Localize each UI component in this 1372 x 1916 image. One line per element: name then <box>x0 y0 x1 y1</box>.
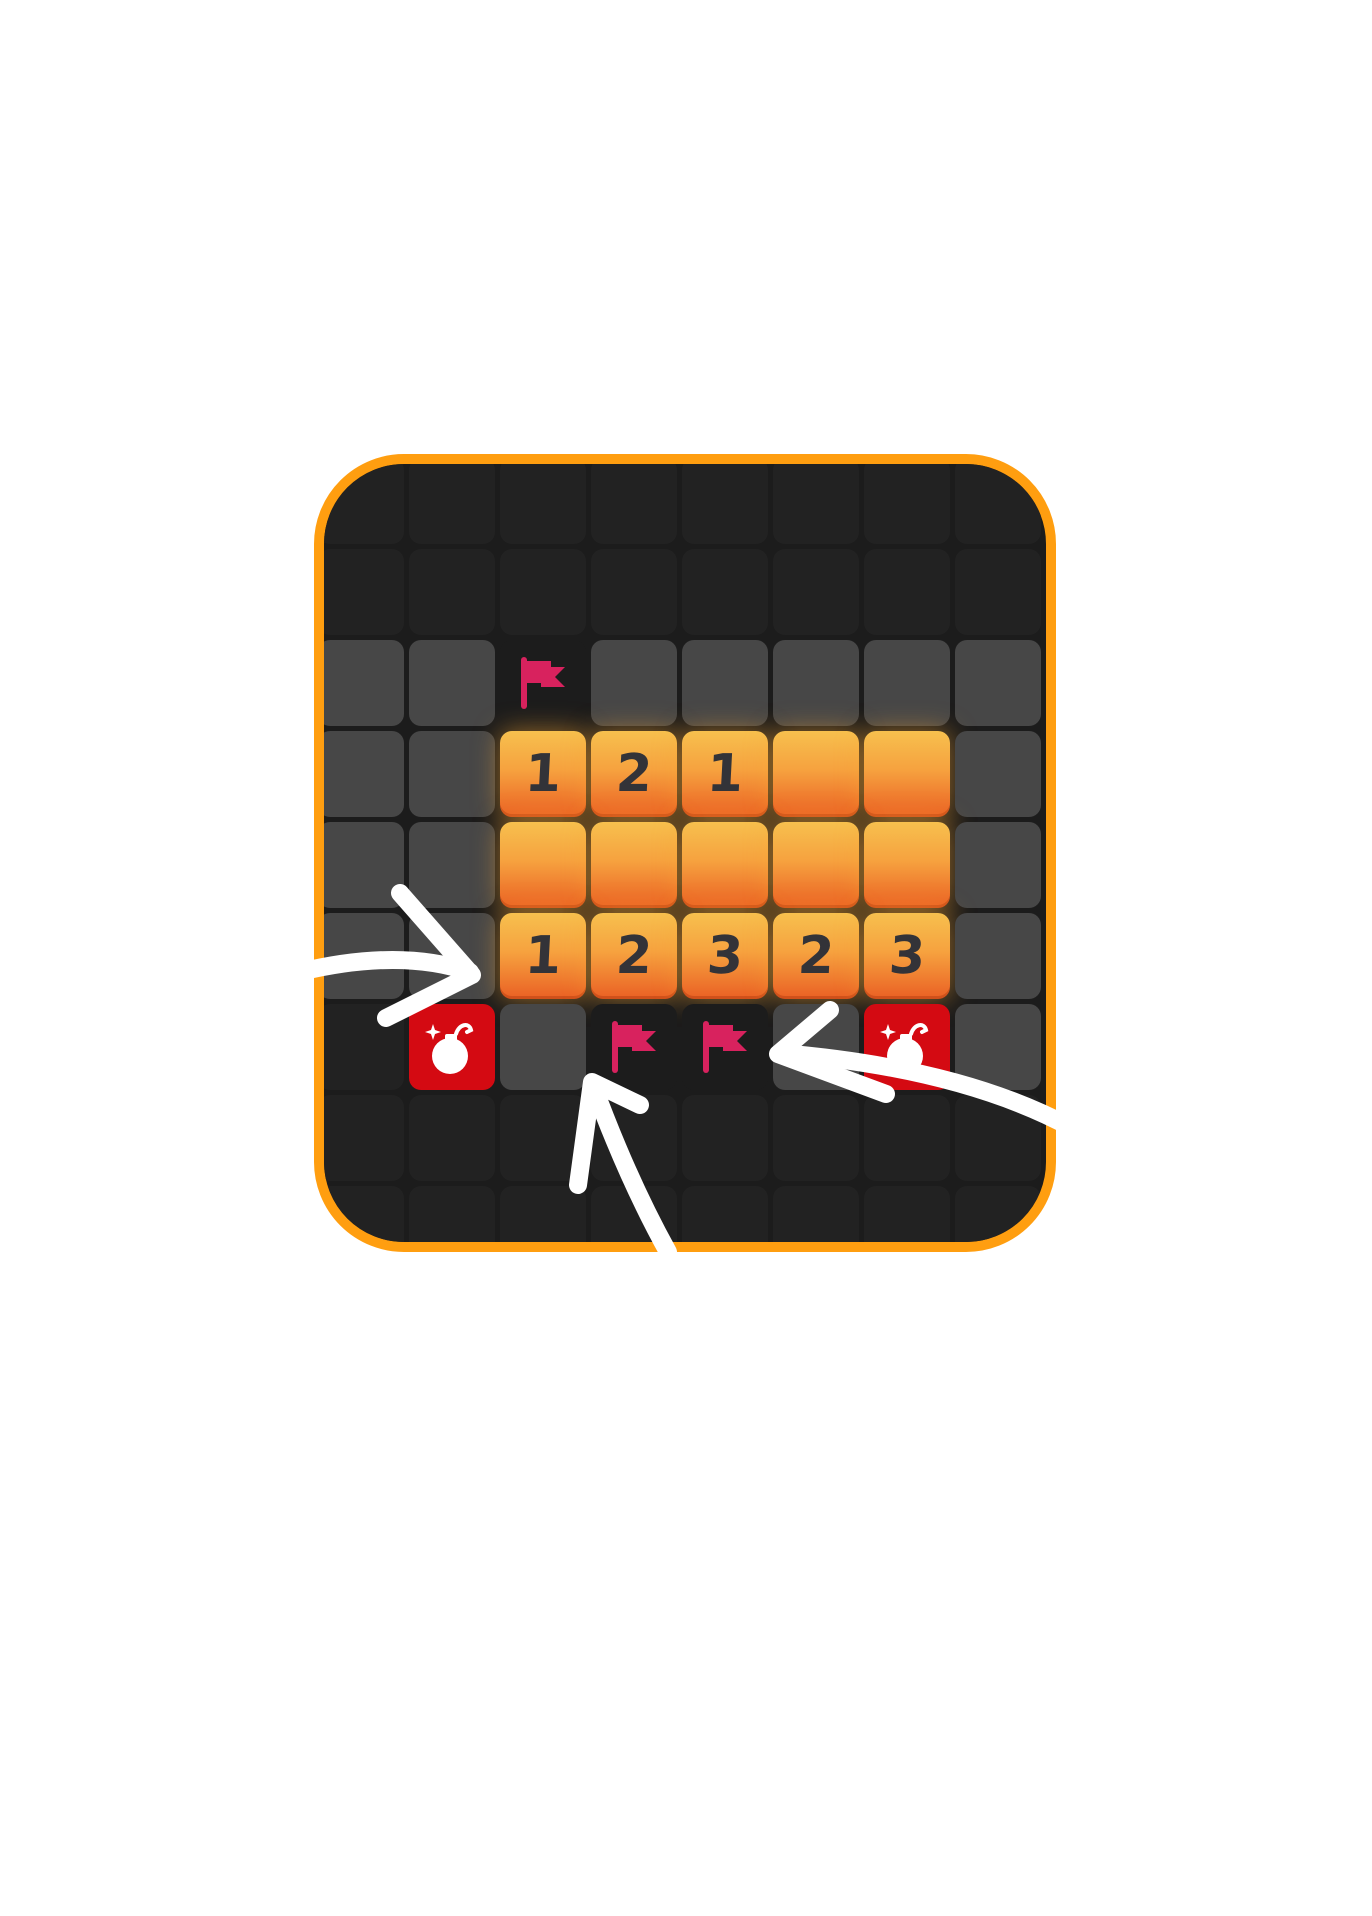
flagged-cell[interactable] <box>591 1004 677 1090</box>
hidden-cell[interactable] <box>773 1095 859 1181</box>
cell-number: 2 <box>614 926 654 986</box>
hidden-cell[interactable] <box>773 1004 859 1090</box>
revealed-number-cell: 1 <box>682 731 768 817</box>
bomb-icon <box>423 1016 481 1078</box>
hidden-cell[interactable] <box>409 913 495 999</box>
hidden-cell[interactable] <box>682 640 768 726</box>
hidden-cell[interactable] <box>409 822 495 908</box>
hidden-cell[interactable] <box>864 1186 950 1242</box>
hidden-cell[interactable] <box>409 464 495 544</box>
revealed-cell <box>864 731 950 817</box>
hidden-cell[interactable] <box>773 464 859 544</box>
revealed-number-cell: 2 <box>591 913 677 999</box>
hidden-cell[interactable] <box>591 464 677 544</box>
revealed-cell <box>773 731 859 817</box>
hidden-cell[interactable] <box>409 1186 495 1242</box>
cell-number: 3 <box>887 926 927 986</box>
flag-icon <box>699 1019 751 1075</box>
hidden-cell[interactable] <box>324 731 404 817</box>
revealed-number-cell: 1 <box>500 731 586 817</box>
hidden-cell[interactable] <box>955 1186 1041 1242</box>
cell-number: 1 <box>523 926 563 986</box>
hidden-cell[interactable] <box>591 1095 677 1181</box>
revealed-cell <box>773 822 859 908</box>
revealed-number-cell: 3 <box>682 913 768 999</box>
hidden-cell[interactable] <box>955 549 1041 635</box>
mine-cell[interactable] <box>409 1004 495 1090</box>
hidden-cell[interactable] <box>864 464 950 544</box>
hidden-cell[interactable] <box>324 1004 404 1090</box>
hidden-cell[interactable] <box>324 1186 404 1242</box>
hidden-cell[interactable] <box>591 640 677 726</box>
hidden-cell[interactable] <box>324 640 404 726</box>
hidden-cell[interactable] <box>955 1004 1041 1090</box>
revealed-cell <box>682 822 768 908</box>
hidden-cell[interactable] <box>409 549 495 635</box>
revealed-number-cell: 3 <box>864 913 950 999</box>
hidden-cell[interactable] <box>864 1095 950 1181</box>
hidden-cell[interactable] <box>500 1004 586 1090</box>
revealed-cell <box>591 822 677 908</box>
hidden-cell[interactable] <box>500 549 586 635</box>
cell-number: 2 <box>796 926 836 986</box>
hidden-cell[interactable] <box>500 464 586 544</box>
hidden-cell[interactable] <box>324 1095 404 1181</box>
board-grid: 12112323 <box>324 464 1046 1242</box>
flagged-cell[interactable] <box>682 1004 768 1090</box>
hidden-cell[interactable] <box>955 640 1041 726</box>
hidden-cell[interactable] <box>773 549 859 635</box>
hidden-cell[interactable] <box>773 1186 859 1242</box>
cell-number: 2 <box>614 744 654 804</box>
cell-number: 3 <box>705 926 745 986</box>
cell-number: 1 <box>523 744 563 804</box>
hidden-cell[interactable] <box>955 822 1041 908</box>
revealed-cell <box>500 822 586 908</box>
minesweeper-board: 12112323 <box>314 454 1056 1252</box>
hidden-cell[interactable] <box>773 640 859 726</box>
revealed-number-cell: 2 <box>773 913 859 999</box>
hidden-cell[interactable] <box>324 913 404 999</box>
hidden-cell[interactable] <box>682 549 768 635</box>
hidden-cell[interactable] <box>591 1186 677 1242</box>
hidden-cell[interactable] <box>864 549 950 635</box>
hidden-cell[interactable] <box>324 822 404 908</box>
bomb-icon <box>878 1016 936 1078</box>
hidden-cell[interactable] <box>955 913 1041 999</box>
revealed-number-cell: 1 <box>500 913 586 999</box>
hidden-cell[interactable] <box>955 731 1041 817</box>
hidden-cell[interactable] <box>955 464 1041 544</box>
cell-number: 1 <box>705 744 745 804</box>
revealed-cell <box>864 822 950 908</box>
hidden-cell[interactable] <box>864 640 950 726</box>
hidden-cell[interactable] <box>409 1095 495 1181</box>
mine-cell[interactable] <box>864 1004 950 1090</box>
hidden-cell[interactable] <box>324 464 404 544</box>
flag-icon <box>608 1019 660 1075</box>
hidden-cell[interactable] <box>682 1095 768 1181</box>
hidden-cell[interactable] <box>682 464 768 544</box>
flag-icon <box>517 655 569 711</box>
hidden-cell[interactable] <box>500 1095 586 1181</box>
flagged-cell[interactable] <box>500 640 586 726</box>
hidden-cell[interactable] <box>682 1186 768 1242</box>
hidden-cell[interactable] <box>324 549 404 635</box>
hidden-cell[interactable] <box>955 1095 1041 1181</box>
revealed-number-cell: 2 <box>591 731 677 817</box>
hidden-cell[interactable] <box>409 640 495 726</box>
hidden-cell[interactable] <box>409 731 495 817</box>
hidden-cell[interactable] <box>500 1186 586 1242</box>
hidden-cell[interactable] <box>591 549 677 635</box>
